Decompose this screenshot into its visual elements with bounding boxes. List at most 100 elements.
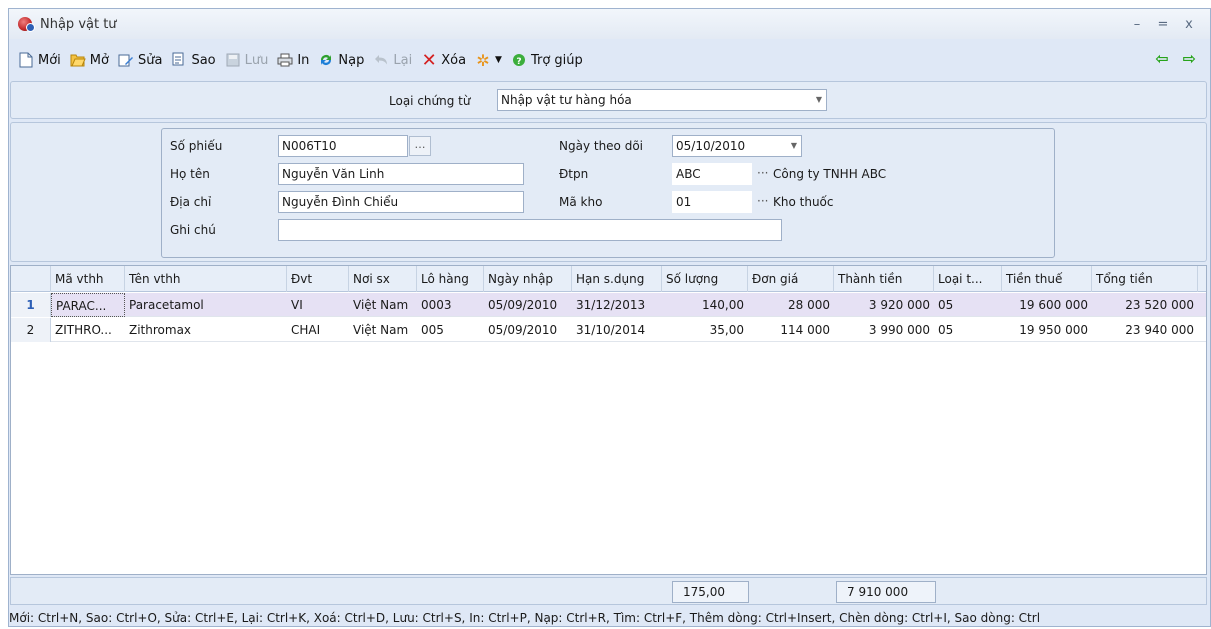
dia-chi-field[interactable]: Nguyễn Đình Chiểu [278,191,524,213]
ngay-theo-doi-label: Ngày theo dõi [559,139,644,153]
form-panel: Số phiếu N006T10 … Họ tên Nguyễn Văn Lin… [10,122,1207,262]
save-disk-icon [225,52,241,68]
so-phieu-field[interactable]: N006T10 [278,135,408,157]
table-row[interactable]: 1 PARAC... Paracetamol VI Việt Nam 0003 … [11,293,1206,317]
maximize-button[interactable]: = [1152,14,1174,34]
cell-tong-tien[interactable]: 23 940 000 [1092,318,1198,342]
dtpn-field[interactable]: ABC [672,163,752,185]
so-phieu-label: Số phiếu [170,139,223,153]
chevron-down-icon: ▼ [815,95,822,104]
cell-noi-sx[interactable]: Việt Nam [349,318,417,342]
cell-don-gia[interactable]: 28 000 [748,293,834,317]
edit-button[interactable]: Sửa [115,49,165,71]
cell-tong-tien[interactable]: 23 520 000 [1092,293,1198,317]
help-button[interactable]: ? Trợ giúp [508,49,586,71]
printer-icon [277,52,293,68]
cell-ngay-nhap[interactable]: 05/09/2010 [484,318,572,342]
ngay-theo-doi-field[interactable]: 05/10/2010 ▼ [672,135,802,157]
refresh-icon [318,52,334,68]
col-header[interactable]: Thành tiền [834,266,934,292]
toolbar: Mới Mở Sửa Sao Lưu In Nạp Lại ✕ Xóa ✲ ▼ … [9,47,1210,73]
col-header[interactable]: Nơi sx [349,266,417,292]
total-so-luong: 175,00 [672,581,749,603]
new-file-icon [18,52,34,68]
arrow-left-icon[interactable]: ⇦ [1155,49,1168,68]
gear-icon: ✲ [476,50,490,70]
col-header[interactable]: Mã vthh [51,266,125,292]
cell-ten[interactable]: Zithromax [125,318,287,342]
close-button[interactable]: x [1178,14,1200,34]
col-header[interactable]: Đvt [287,266,349,292]
reload-button[interactable]: Nạp [315,49,367,71]
cell-loai-thue[interactable]: 05 [934,318,1002,342]
edit-icon [118,52,134,68]
record-navigation: ⇦ ⇨ [1155,49,1196,68]
ma-kho-field[interactable]: 01 [672,191,752,213]
cell-ten[interactable]: Paracetamol [125,293,287,317]
folder-open-icon [70,52,86,68]
cell-loai-thue[interactable]: 05 [934,293,1002,317]
col-header[interactable]: Hạn s.dụng [572,266,662,292]
cell-tien-thue[interactable]: 19 950 000 [1002,318,1092,342]
cell-thanh-tien[interactable]: 3 920 000 [834,293,934,317]
cell-ma[interactable]: PARAC... [51,293,125,317]
cell-han-sd[interactable]: 31/12/2013 [572,293,662,317]
cell-ma[interactable]: ZITHRO... [51,318,125,342]
col-header[interactable]: Tiền thuế [1002,266,1092,292]
chevron-down-icon: ▼ [790,141,797,150]
cell-so-luong[interactable]: 35,00 [662,318,748,342]
tools-dropdown-button[interactable]: ✲ ▼ [472,49,505,71]
col-header[interactable]: Số lượng [662,266,748,292]
cell-don-gia[interactable]: 114 000 [748,318,834,342]
copy-button[interactable]: Sao [168,49,218,71]
voucher-type-label: Loại chứng từ [389,94,471,108]
minimize-button[interactable]: – [1126,14,1148,34]
cell-thanh-tien[interactable]: 3 990 000 [834,318,934,342]
col-header[interactable]: Ngày nhập [484,266,572,292]
window-title: Nhập vật tư [40,16,117,32]
grid-summary: 175,00 7 910 000 [10,577,1207,605]
print-button[interactable]: In [274,49,312,71]
new-button[interactable]: Mới [15,49,64,71]
row-number: 1 [11,293,51,317]
ma-kho-name: Kho thuốc [773,195,834,209]
save-button[interactable]: Lưu [222,49,272,71]
cell-so-luong[interactable]: 140,00 [662,293,748,317]
so-phieu-browse-button[interactable]: … [409,136,431,156]
ho-ten-label: Họ tên [170,167,210,181]
cell-lo-hang[interactable]: 005 [417,318,484,342]
ghi-chu-label: Ghi chú [170,223,216,237]
table-row[interactable]: 2 ZITHRO... Zithromax CHAI Việt Nam 005 … [11,318,1206,342]
cell-noi-sx[interactable]: Việt Nam [349,293,417,317]
col-header[interactable]: Đơn giá [748,266,834,292]
cell-ngay-nhap[interactable]: 05/09/2010 [484,293,572,317]
col-header[interactable]: Lô hàng [417,266,484,292]
cell-dvt[interactable]: CHAI [287,318,349,342]
col-header[interactable]: Tổng tiền [1092,266,1198,292]
col-header[interactable]: Loại t... [934,266,1002,292]
voucher-type-select[interactable]: Nhập vật tư hàng hóa ▼ [497,89,827,111]
ma-kho-browse-button[interactable]: ··· [757,194,768,208]
dia-chi-label: Địa chỉ [170,195,212,209]
cell-dvt[interactable]: VI [287,293,349,317]
shortcut-status-bar: Mới: Ctrl+N, Sao: Ctrl+O, Sửa: Ctrl+E, L… [9,611,1041,625]
open-button[interactable]: Mở [67,49,112,71]
row-number: 2 [11,318,51,342]
dtpn-name: Công ty TNHH ABC [773,167,887,181]
arrow-right-icon[interactable]: ⇨ [1183,49,1196,68]
cell-tien-thue[interactable]: 19 600 000 [1002,293,1092,317]
ghi-chu-field[interactable] [278,219,782,241]
svg-text:?: ? [516,57,521,67]
title-bar: Nhập vật tư – = x [9,9,1210,39]
items-grid: Mã vthh Tên vthh Đvt Nơi sx Lô hàng Ngày… [10,265,1207,575]
total-thanh-tien: 7 910 000 [836,581,936,603]
undo-button[interactable]: Lại [370,49,415,71]
delete-button[interactable]: ✕ Xóa [418,49,469,71]
cell-han-sd[interactable]: 31/10/2014 [572,318,662,342]
col-header[interactable]: Tên vthh [125,266,287,292]
dtpn-browse-button[interactable]: ··· [757,166,768,180]
main-window: Nhập vật tư – = x Mới Mở Sửa Sao Lưu In … [8,8,1211,627]
ho-ten-field[interactable]: Nguyễn Văn Linh [278,163,524,185]
delete-x-icon: ✕ [421,49,437,71]
cell-lo-hang[interactable]: 0003 [417,293,484,317]
